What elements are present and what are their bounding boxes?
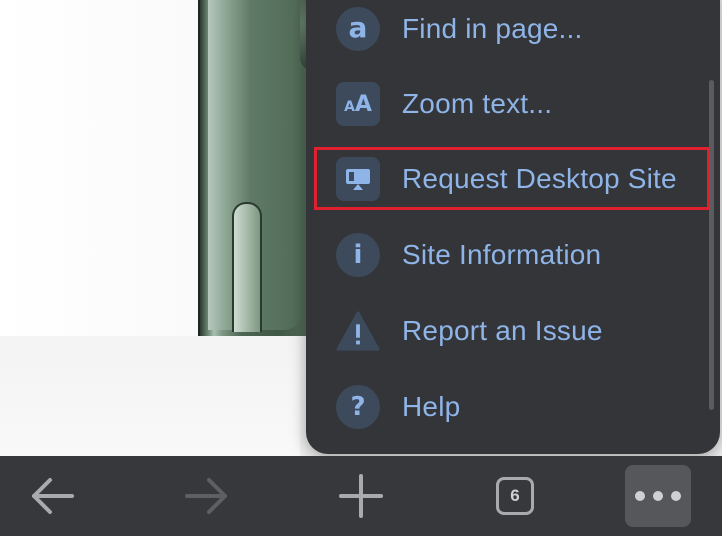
- find-in-page-icon: a: [336, 7, 380, 51]
- menu-item-label: Find in page...: [402, 13, 583, 44]
- forward-arrow-icon: [185, 478, 227, 514]
- desktop-monitor-icon: [336, 157, 380, 201]
- overflow-menu: a Find in page... AA Zoom text... Reques…: [306, 0, 720, 454]
- help-icon: ?: [336, 385, 380, 429]
- menu-item-label: Help: [402, 391, 461, 422]
- back-button[interactable]: [12, 456, 92, 536]
- bottom-toolbar: 6: [0, 456, 722, 536]
- tabs-button[interactable]: 6: [475, 456, 555, 536]
- menu-item-request-desktop-site[interactable]: Request Desktop Site: [306, 144, 720, 214]
- more-menu-button[interactable]: [618, 456, 698, 536]
- menu-scrollbar[interactable]: [709, 80, 714, 410]
- menu-item-zoom-text[interactable]: AA Zoom text...: [306, 69, 720, 139]
- plus-icon: [339, 474, 383, 518]
- phone-button-detail: [232, 202, 262, 332]
- menu-item-help[interactable]: ? Help: [306, 372, 720, 442]
- more-dots-icon: [625, 465, 691, 527]
- info-icon: i: [336, 233, 380, 277]
- menu-item-site-information[interactable]: i Site Information: [306, 220, 720, 290]
- back-arrow-icon: [32, 478, 74, 514]
- tab-count-badge: 6: [496, 477, 534, 515]
- zoom-text-icon: AA: [336, 82, 380, 126]
- new-tab-button[interactable]: [321, 456, 401, 536]
- menu-item-label: Report an Issue: [402, 315, 603, 346]
- menu-item-report-issue[interactable]: Report an Issue: [306, 296, 720, 366]
- forward-button[interactable]: [167, 456, 247, 536]
- menu-item-label: Zoom text...: [402, 88, 553, 119]
- warning-icon: [336, 309, 380, 353]
- menu-item-find-in-page[interactable]: a Find in page...: [306, 0, 720, 64]
- menu-item-label: Request Desktop Site: [402, 163, 677, 194]
- phone-side-panel: [208, 0, 302, 332]
- menu-item-label: Site Information: [402, 239, 602, 270]
